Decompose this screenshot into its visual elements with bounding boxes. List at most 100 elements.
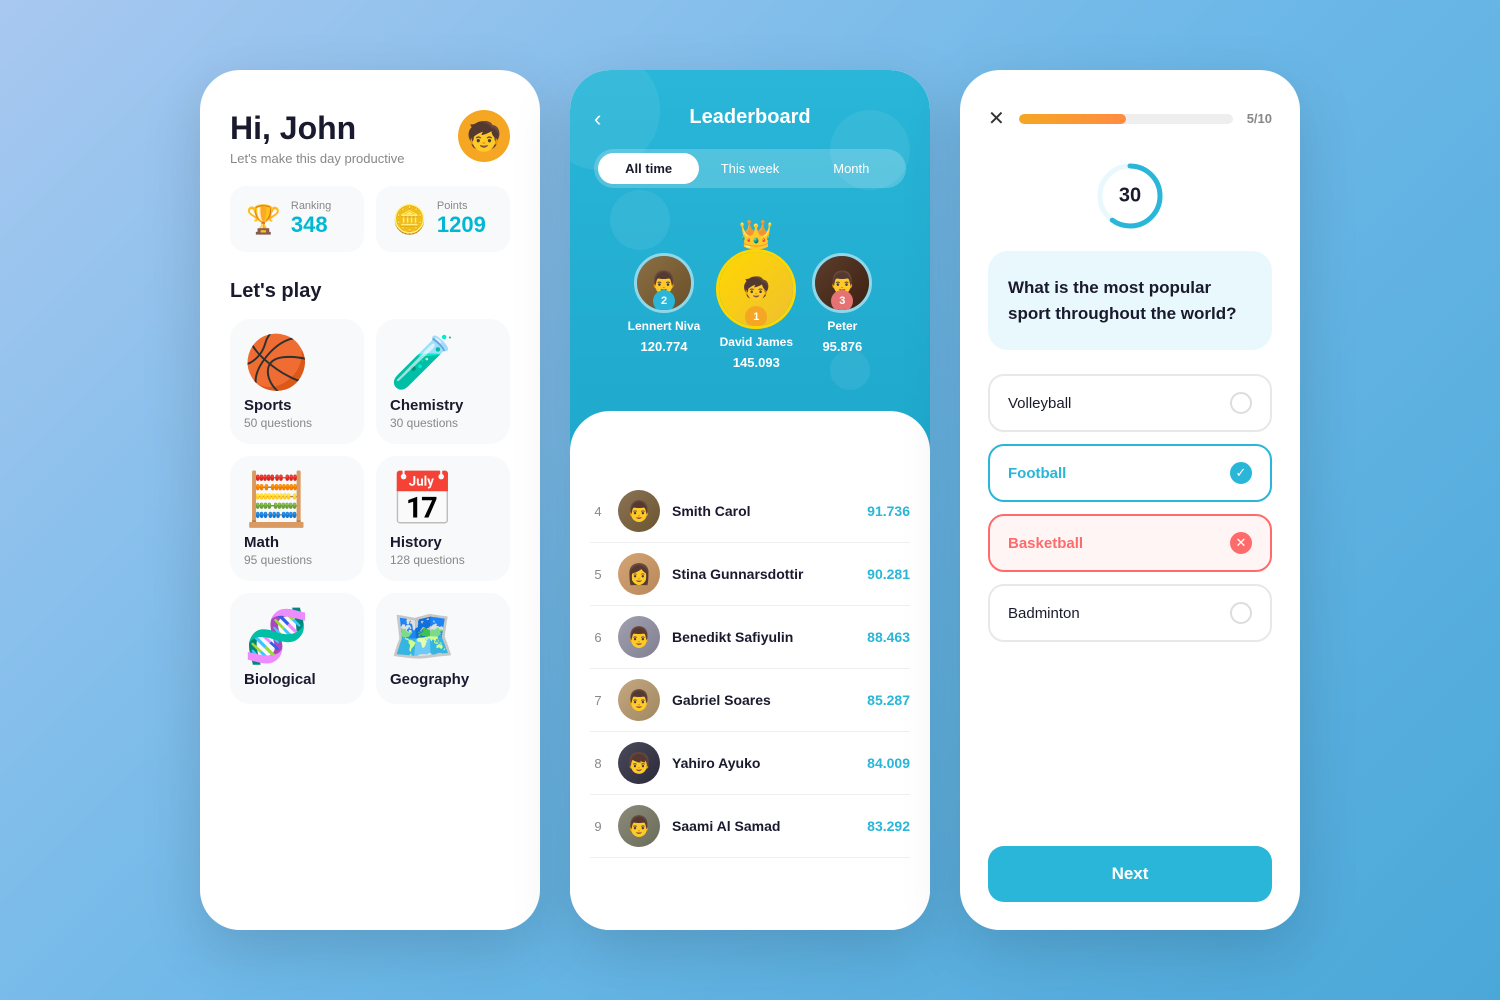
progress-bar-wrapper — [1019, 114, 1233, 124]
podium-name-3: Peter — [827, 319, 857, 333]
geography-icon: 🗺️ — [390, 611, 455, 663]
timer-circle: 30 — [1095, 161, 1165, 231]
answer-text-basketball: Basketball — [1008, 535, 1083, 552]
list-item: 4 👨 Smith Carol 91.736 — [590, 480, 910, 543]
answer-radio-badminton — [1230, 602, 1252, 624]
math-icon: 🧮 — [244, 474, 309, 526]
podium-first: 👑 🧒 1 David James 145.093 — [716, 218, 796, 370]
biological-icon: 🧬 — [244, 611, 309, 663]
math-name: Math — [244, 534, 279, 551]
ranking-stat: 🏆 Ranking 348 — [230, 186, 364, 252]
subject-history[interactable]: 📅 History 128 questions — [376, 456, 510, 581]
answer-text-volleyball: Volleyball — [1008, 395, 1071, 412]
avatar-stina: 👩 — [618, 553, 660, 595]
score-yahiro: 84.009 — [867, 755, 910, 771]
name-saami: Saami Al Samad — [672, 818, 855, 834]
ranking-info: Ranking 348 — [291, 200, 331, 238]
podium: 👨 2 Lennert Niva 120.774 👑 🧒 1 David Jam… — [594, 218, 906, 390]
name-smith: Smith Carol — [672, 503, 855, 519]
rank-badge-3: 3 — [831, 290, 853, 312]
question-text: What is the most popular sport throughou… — [1008, 275, 1252, 326]
sports-icon: 🏀 — [244, 337, 309, 389]
name-yahiro: Yahiro Ayuko — [672, 755, 855, 771]
list-item: 6 👨 Benedikt Safiyulin 88.463 — [590, 606, 910, 669]
rank-8: 8 — [590, 756, 606, 771]
history-questions: 128 questions — [390, 553, 465, 567]
close-button[interactable]: ✕ — [988, 106, 1005, 131]
podium-second: 👨 2 Lennert Niva 120.774 — [628, 253, 701, 370]
bg-circle-2 — [830, 110, 910, 190]
score-smith: 91.736 — [867, 503, 910, 519]
home-header-text: Hi, John Let's make this day productive — [230, 110, 404, 166]
subject-biological[interactable]: 🧬 Biological — [230, 593, 364, 704]
geography-name: Geography — [390, 671, 469, 688]
rank-9: 9 — [590, 819, 606, 834]
chemistry-questions: 30 questions — [390, 416, 458, 430]
points-label: Points — [437, 200, 486, 212]
math-questions: 95 questions — [244, 553, 312, 567]
avatar: 🧒 — [458, 110, 510, 162]
leaderboard-card: ‹ Leaderboard All time This week Month 👨… — [570, 70, 930, 930]
podium-score-1: 145.093 — [733, 355, 780, 370]
coin-icon: 🪙 — [392, 203, 427, 236]
points-info: Points 1209 — [437, 200, 486, 238]
back-button[interactable]: ‹ — [594, 106, 601, 132]
timer-wrap: 30 — [988, 161, 1272, 231]
answer-radio-basketball: ✕ — [1230, 532, 1252, 554]
podium-avatar-2: 👨 2 — [634, 253, 694, 313]
rank-4: 4 — [590, 504, 606, 519]
avatar-yahiro: 👦 — [618, 742, 660, 784]
leaderboard-list: 4 👨 Smith Carol 91.736 5 👩 Stina Gunnars… — [570, 470, 930, 930]
answer-radio-football: ✓ — [1230, 462, 1252, 484]
answer-basketball[interactable]: Basketball ✕ — [988, 514, 1272, 572]
history-name: History — [390, 534, 442, 551]
answers-list: Volleyball Football ✓ Basketball ✕ Badmi… — [988, 374, 1272, 826]
answer-volleyball[interactable]: Volleyball — [988, 374, 1272, 432]
avatar-gabriel: 👨 — [618, 679, 660, 721]
answer-text-football: Football — [1008, 465, 1066, 482]
answer-radio-volleyball — [1230, 392, 1252, 414]
tab-this-week[interactable]: This week — [699, 153, 800, 184]
answer-football[interactable]: Football ✓ — [988, 444, 1272, 502]
sports-questions: 50 questions — [244, 416, 312, 430]
avatar-saami: 👨 — [618, 805, 660, 847]
quiz-topbar: ✕ 5/10 — [988, 106, 1272, 131]
home-card: Hi, John Let's make this day productive … — [200, 70, 540, 930]
podium-score-3: 95.876 — [822, 339, 862, 354]
stats-row: 🏆 Ranking 348 🪙 Points 1209 — [230, 186, 510, 252]
points-value: 1209 — [437, 212, 486, 238]
subtitle-text: Let's make this day productive — [230, 151, 404, 166]
name-stina: Stina Gunnarsdottir — [672, 566, 855, 582]
subject-math[interactable]: 🧮 Math 95 questions — [230, 456, 364, 581]
score-benedikt: 88.463 — [867, 629, 910, 645]
rank-6: 6 — [590, 630, 606, 645]
name-benedikt: Benedikt Safiyulin — [672, 629, 855, 645]
subject-chemistry[interactable]: 🧪 Chemistry 30 questions — [376, 319, 510, 444]
list-item: 9 👨 Saami Al Samad 83.292 — [590, 795, 910, 858]
list-item: 7 👨 Gabriel Soares 85.287 — [590, 669, 910, 732]
answer-badminton[interactable]: Badminton — [988, 584, 1272, 642]
rank-7: 7 — [590, 693, 606, 708]
rank-5: 5 — [590, 567, 606, 582]
crown-icon: 👑 — [739, 218, 774, 251]
points-stat: 🪙 Points 1209 — [376, 186, 510, 252]
next-button[interactable]: Next — [988, 846, 1272, 902]
answer-text-badminton: Badminton — [1008, 605, 1080, 622]
podium-name-2: Lennert Niva — [628, 319, 701, 333]
podium-avatar-1: 🧒 1 — [716, 249, 796, 329]
podium-avatar-3: 👨 3 — [812, 253, 872, 313]
list-item: 5 👩 Stina Gunnarsdottir 90.281 — [590, 543, 910, 606]
score-stina: 90.281 — [867, 566, 910, 582]
subject-sports[interactable]: 🏀 Sports 50 questions — [230, 319, 364, 444]
quiz-card: ✕ 5/10 30 What is the most popular sport… — [960, 70, 1300, 930]
subject-geography[interactable]: 🗺️ Geography — [376, 593, 510, 704]
question-box: What is the most popular sport throughou… — [988, 251, 1272, 350]
score-saami: 83.292 — [867, 818, 910, 834]
ranking-value: 348 — [291, 212, 331, 238]
avatar-smith: 👨 — [618, 490, 660, 532]
sports-name: Sports — [244, 397, 292, 414]
ranking-label: Ranking — [291, 200, 331, 212]
chemistry-name: Chemistry — [390, 397, 463, 414]
podium-score-2: 120.774 — [641, 339, 688, 354]
leaderboard-header: ‹ Leaderboard All time This week Month 👨… — [570, 70, 930, 470]
